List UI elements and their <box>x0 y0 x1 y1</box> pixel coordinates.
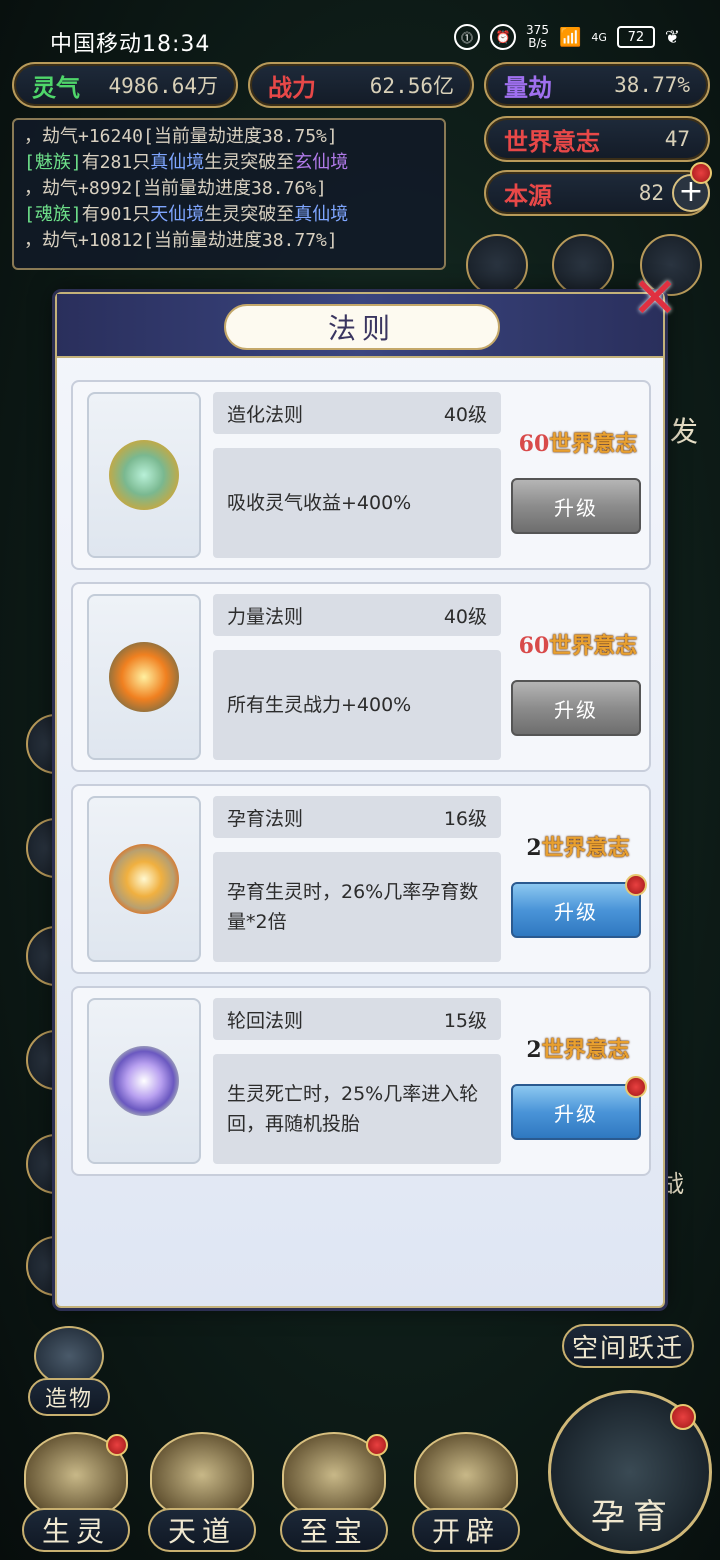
liliang-law-icon <box>87 594 201 760</box>
law-description: 吸收灵气收益+400% <box>213 448 501 558</box>
stat-world-will-value: 47 <box>664 127 690 151</box>
stat-liangjie-label: 量劫 <box>504 72 552 102</box>
stat-lingqi: 灵气 4986.64万 <box>12 62 238 108</box>
close-modal-button[interactable]: ✕ <box>624 268 686 330</box>
law-level: 40级 <box>443 403 487 426</box>
law-name: 力量法则 <box>227 605 304 628</box>
carrier-time: 中国移动18:34 <box>50 32 211 57</box>
nav-notification-dot <box>670 1404 696 1430</box>
log-line: ，劫气+8992[当前量劫进度38.76%] <box>24 178 327 199</box>
law-card-lunhui: 轮回法则 15级 生灵死亡时，25%几率进入轮回，再随机投胎 2世界意志 升级 <box>71 986 651 1176</box>
hd-icon: ⓵ <box>454 24 481 50</box>
log-line: ，劫气+10812[当前量劫进度38.77%] <box>24 230 338 251</box>
stat-zhanli: 战力 62.56亿 <box>248 62 474 108</box>
law-level: 15级 <box>443 1009 487 1032</box>
nav-tiandao[interactable]: 天道 <box>142 1432 262 1552</box>
nav-kaipi[interactable]: 开辟 <box>406 1432 526 1552</box>
law-cost: 2世界意志 <box>526 835 630 861</box>
create-icon <box>34 1326 104 1386</box>
stat-benyuan-value: 82 <box>638 181 664 205</box>
stat-world-will: 世界意志 47 <box>484 116 710 162</box>
law-level: 40级 <box>443 605 487 628</box>
law-level: 16级 <box>443 807 487 830</box>
tiandao-icon <box>150 1432 254 1518</box>
upgrade-button[interactable]: 升级 <box>511 680 641 736</box>
event-log: ，劫气+16240[当前量劫进度38.75%] [魅族]有281只真仙境生灵突破… <box>12 118 446 270</box>
modal-header: 法则 <box>57 294 663 358</box>
log-line: ，劫气+16240[当前量劫进度38.75%] <box>24 126 338 147</box>
net-speed: 375 B/s <box>526 23 549 50</box>
law-header: 力量法则 40级 <box>213 594 501 636</box>
law-card-zaohua: 造化法则 40级 吸收灵气收益+400% 60世界意志 升级 <box>71 380 651 570</box>
yunyu-law-icon <box>87 796 201 962</box>
law-header: 造化法则 40级 <box>213 392 501 434</box>
book-button[interactable] <box>466 234 528 296</box>
leaf-icon: ❦ <box>664 26 680 48</box>
battery-indicator: 72 <box>616 26 655 48</box>
law-header: 轮回法则 15级 <box>213 998 501 1040</box>
stat-benyuan-label: 本源 <box>504 180 552 210</box>
upgrade-button[interactable]: 升级 <box>511 1084 641 1140</box>
compass-button[interactable] <box>552 234 614 296</box>
side-label-fa: 发 <box>670 415 699 448</box>
lunhui-law-icon <box>87 998 201 1164</box>
create-label: 造物 <box>28 1378 110 1416</box>
benyuan-notification-dot <box>690 162 712 184</box>
nav-label: 至宝 <box>280 1508 388 1552</box>
upgrade-notification-dot <box>625 874 647 896</box>
status-icons: ⓵ ⏰ 375 B/s 📶 4G 72 ❦ <box>454 24 680 50</box>
space-jump-button[interactable]: 空间跃迁 <box>562 1324 694 1368</box>
stat-liangjie-value: 38.77% <box>614 73 690 97</box>
nav-label: 生灵 <box>22 1508 130 1552</box>
law-card-liliang: 力量法则 40级 所有生灵战力+400% 60世界意志 升级 <box>71 582 651 772</box>
nav-label: 天道 <box>148 1508 256 1552</box>
law-description: 孕育生灵时，26%几率孕育数量*2倍 <box>213 852 501 962</box>
law-name: 造化法则 <box>227 403 304 426</box>
stat-liangjie[interactable]: 量劫 38.77% <box>484 62 710 108</box>
stat-zhanli-value: 62.56亿 <box>369 74 454 98</box>
stat-lingqi-label: 灵气 <box>32 72 80 102</box>
alarm-icon: ⏰ <box>490 24 517 50</box>
signal-label: 4G <box>591 30 607 44</box>
upgrade-button[interactable]: 升级 <box>511 478 641 534</box>
law-description: 所有生灵战力+400% <box>213 650 501 760</box>
kaipi-icon <box>414 1432 518 1518</box>
law-cost: 2世界意志 <box>526 1037 630 1063</box>
law-name: 轮回法则 <box>227 1009 304 1032</box>
wifi-icon: 📶 <box>558 26 582 48</box>
laws-modal: 法则 造化法则 40级 吸收灵气收益+400% 60世界意志 升级 力量法则 4… <box>55 292 665 1308</box>
create-button[interactable]: 造物 <box>28 1326 110 1420</box>
zaohua-law-icon <box>87 392 201 558</box>
log-line: [魅族]有281只真仙境生灵突破至玄仙境 <box>24 152 349 173</box>
law-cost: 60世界意志 <box>518 431 638 457</box>
log-line: [魂族]有901只天仙境生灵突破至真仙境 <box>24 204 349 225</box>
law-card-yunyu: 孕育法则 16级 孕育生灵时，26%几率孕育数量*2倍 2世界意志 升级 <box>71 784 651 974</box>
stat-world-will-label: 世界意志 <box>504 126 600 156</box>
stat-zhanli-label: 战力 <box>268 72 316 102</box>
nav-yunyu-label: 孕育 <box>591 1497 675 1537</box>
modal-title: 法则 <box>224 304 500 350</box>
nav-label: 开辟 <box>412 1508 520 1552</box>
law-cost: 60世界意志 <box>518 633 638 659</box>
stat-lingqi-value: 4986.64万 <box>108 74 218 98</box>
upgrade-button[interactable]: 升级 <box>511 882 641 938</box>
upgrade-notification-dot <box>625 1076 647 1098</box>
law-header: 孕育法则 16级 <box>213 796 501 838</box>
nav-notification-dot <box>366 1434 388 1456</box>
law-description: 生灵死亡时，25%几率进入轮回，再随机投胎 <box>213 1054 501 1164</box>
law-name: 孕育法则 <box>227 807 304 830</box>
nav-notification-dot <box>106 1434 128 1456</box>
